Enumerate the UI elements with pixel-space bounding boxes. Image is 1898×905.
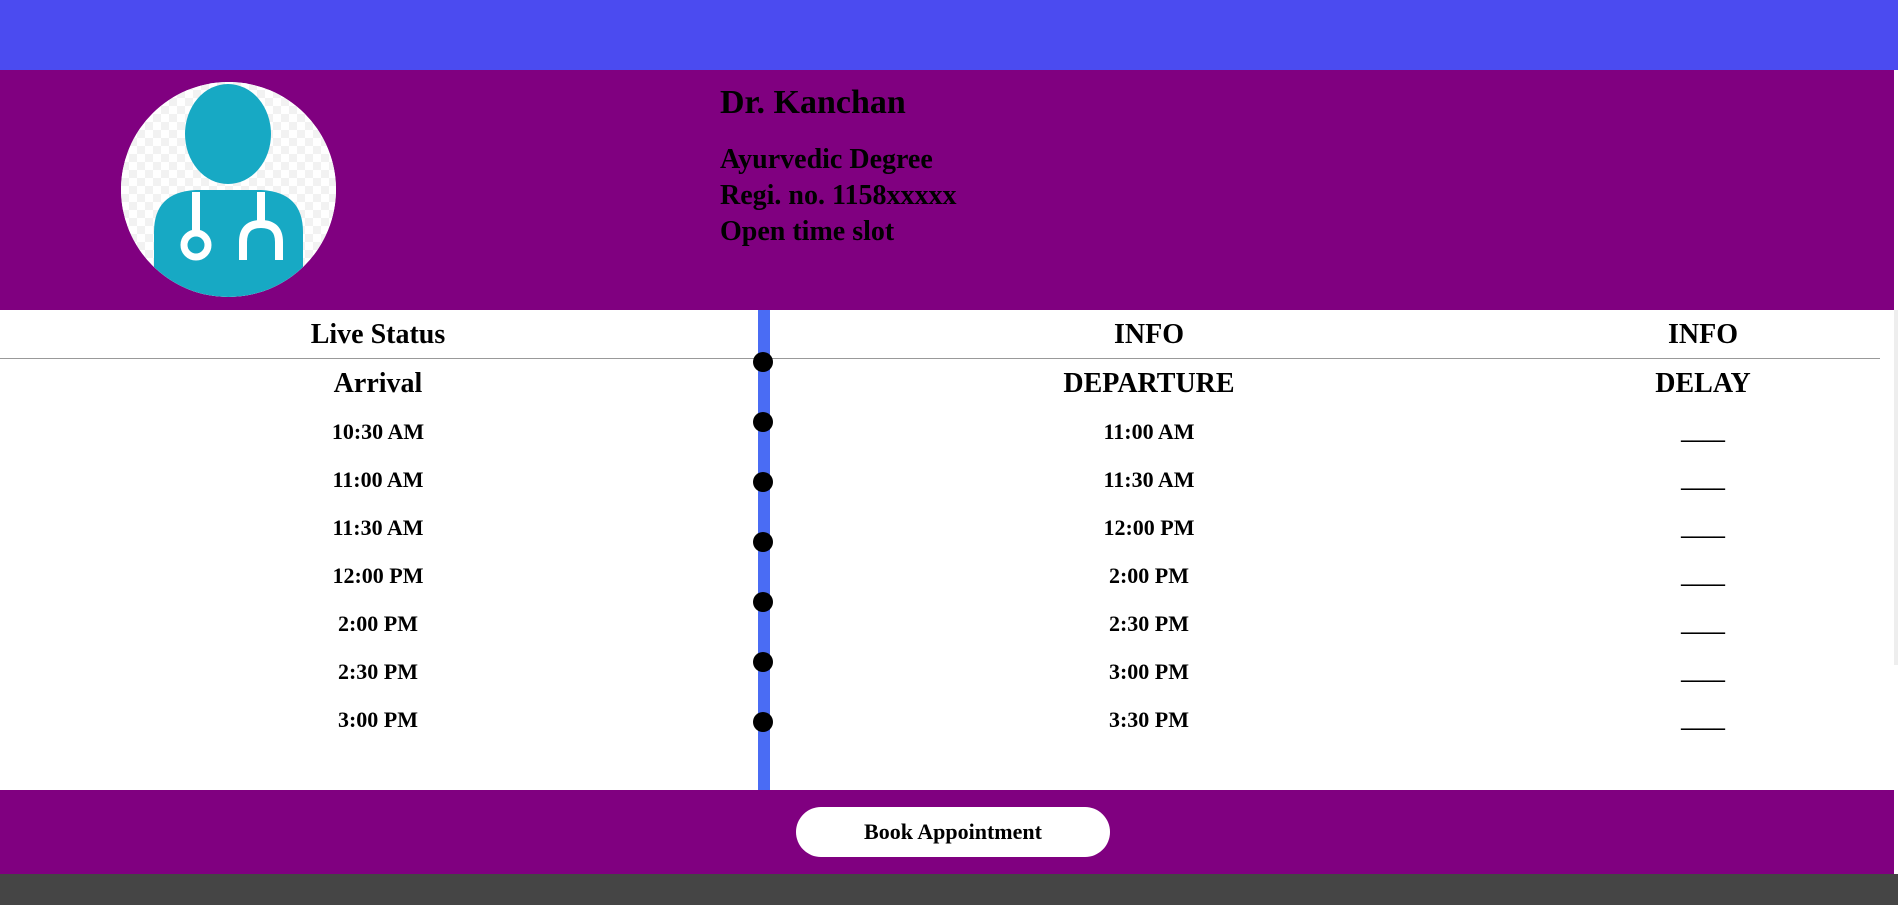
book-appointment-button[interactable]: Book Appointment — [796, 807, 1110, 857]
delay-value: ____ — [1681, 419, 1725, 444]
arrival-time: 2:30 PM — [337, 659, 419, 684]
live-status-header: Live Status — [310, 319, 446, 350]
doctor-header: Dr. Kanchan Ayurvedic Degree Regi. no. 1… — [0, 70, 1894, 310]
departure-column: INFO DEPARTURE 11:00 AM 11:30 AM 12:00 P… — [770, 310, 1528, 746]
delay-value: ____ — [1681, 611, 1725, 636]
departure-time: 12:00 PM — [1103, 515, 1195, 540]
page-footer — [0, 874, 1898, 905]
arrival-time: 12:00 PM — [332, 563, 424, 588]
doctor-details: Ayurvedic Degree Regi. no. 1158xxxxx Ope… — [720, 142, 956, 250]
delay-column: INFO DELAY ____ ____ ____ ____ ____ ____… — [1528, 310, 1878, 746]
info-header: INFO — [1114, 319, 1184, 350]
delay-value: ____ — [1681, 515, 1725, 540]
delay-value: ____ — [1681, 659, 1725, 684]
delay-value: ____ — [1681, 563, 1725, 588]
departure-subheader: DEPARTURE — [1063, 368, 1235, 399]
info-header: INFO — [1668, 319, 1738, 350]
page-scrollbar[interactable] — [1894, 310, 1898, 665]
delay-value: ____ — [1681, 707, 1725, 732]
top-bar — [0, 0, 1898, 70]
schedule-table: Live Status Arrival 10:30 AM 11:00 AM 11… — [0, 310, 1898, 790]
departure-time: 11:30 AM — [1103, 467, 1195, 492]
doctor-avatar — [121, 82, 336, 297]
arrival-subheader: Arrival — [333, 368, 423, 399]
departure-time: 3:00 PM — [1108, 659, 1190, 684]
doctor-degree: Ayurvedic Degree — [720, 144, 933, 175]
doctor-icon — [121, 82, 336, 297]
doctor-name: Dr. Kanchan — [720, 84, 906, 121]
arrival-column: Live Status Arrival 10:30 AM 11:00 AM 11… — [0, 310, 756, 746]
arrival-time: 10:30 AM — [331, 419, 425, 444]
arrival-time: 11:30 AM — [332, 515, 424, 540]
open-time-slot-label: Open time slot — [720, 216, 895, 247]
departure-time: 11:00 AM — [1103, 419, 1195, 444]
arrival-time: 11:00 AM — [332, 467, 424, 492]
booking-bar: Book Appointment — [0, 790, 1894, 874]
delay-value: ____ — [1681, 467, 1725, 492]
delay-subheader: DELAY — [1655, 368, 1751, 399]
departure-time: 2:00 PM — [1108, 563, 1190, 588]
arrival-time: 3:00 PM — [337, 707, 419, 732]
departure-time: 2:30 PM — [1108, 611, 1190, 636]
doctor-registration: Regi. no. 1158xxxxx — [720, 180, 957, 211]
arrival-time: 2:00 PM — [337, 611, 419, 636]
departure-time: 3:30 PM — [1108, 707, 1190, 732]
